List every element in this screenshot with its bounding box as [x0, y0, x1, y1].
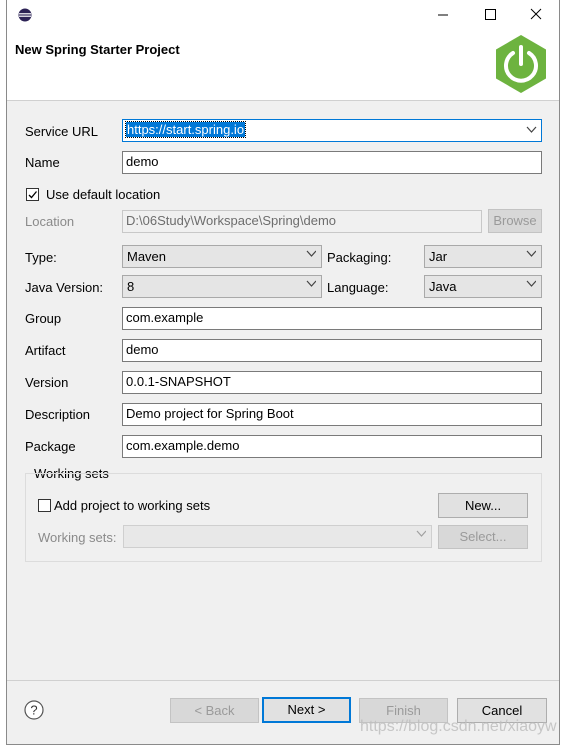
type-value: Maven	[127, 249, 167, 264]
service-url-label: Service URL	[25, 124, 98, 139]
add-to-working-sets-checkbox[interactable]	[38, 499, 51, 512]
minimize-button[interactable]	[434, 5, 452, 23]
description-label: Description	[25, 407, 91, 422]
version-input[interactable]: 0.0.1-SNAPSHOT	[122, 371, 542, 394]
use-default-location-label: Use default location	[46, 187, 161, 202]
back-button: < Back	[170, 698, 259, 723]
spring-power-icon	[496, 35, 546, 93]
checkmark-icon	[28, 191, 37, 199]
packaging-combo[interactable]: Jar	[424, 245, 542, 268]
select-working-sets-button: Select...	[438, 525, 528, 549]
java-version-label: Java Version:	[25, 280, 104, 295]
next-button[interactable]: Next >	[262, 697, 351, 723]
name-input[interactable]: demo	[122, 151, 542, 174]
chevron-down-icon	[416, 530, 426, 537]
working-sets-label: Working sets:	[38, 530, 117, 545]
new-working-set-button[interactable]: New...	[438, 493, 528, 518]
chevron-down-icon	[526, 280, 536, 287]
language-combo[interactable]: Java	[424, 275, 542, 298]
name-label: Name	[25, 155, 60, 170]
working-sets-combo	[123, 525, 432, 548]
browse-button: Browse	[488, 209, 542, 233]
eclipse-icon	[18, 8, 32, 22]
dialog-header: New Spring Starter Project	[7, 30, 559, 101]
packaging-label: Packaging:	[327, 250, 392, 265]
group-label: Group	[25, 311, 62, 326]
type-combo[interactable]: Maven	[122, 245, 322, 268]
package-input[interactable]: com.example.demo	[122, 435, 542, 458]
java-version-combo[interactable]: 8	[122, 275, 322, 298]
help-icon: ?	[24, 700, 44, 720]
maximize-button[interactable]	[481, 5, 499, 23]
svg-text:?: ?	[30, 703, 37, 718]
title-bar	[7, 0, 559, 30]
packaging-value: Jar	[429, 249, 448, 264]
language-label: Language:	[327, 280, 389, 295]
dialog-title: New Spring Starter Project	[15, 42, 180, 57]
chevron-down-icon	[306, 250, 316, 257]
java-version-value: 8	[127, 279, 135, 294]
chevron-down-icon	[526, 250, 536, 257]
footer-separator	[7, 680, 559, 681]
group-input[interactable]: com.example	[122, 307, 542, 330]
location-label: Location	[25, 214, 75, 229]
help-button[interactable]: ?	[24, 700, 44, 720]
add-to-working-sets-label: Add project to working sets	[54, 498, 211, 513]
service-url-value: https://start.spring.io	[124, 121, 247, 138]
description-input[interactable]: Demo project for Spring Boot	[122, 403, 542, 426]
package-label: Package	[25, 439, 76, 454]
version-label: Version	[25, 375, 69, 390]
type-label: Type:	[25, 250, 57, 265]
language-value: Java	[429, 279, 457, 294]
service-url-combo[interactable]: https://start.spring.io	[122, 119, 542, 142]
use-default-location-checkbox[interactable]	[26, 188, 39, 201]
artifact-label: Artifact	[25, 343, 66, 358]
artifact-input[interactable]: demo	[122, 339, 542, 362]
chevron-down-icon	[306, 280, 316, 287]
close-button[interactable]	[527, 5, 545, 23]
chevron-down-icon	[526, 126, 537, 133]
dialog-window: New Spring Starter Project Service URL h…	[6, 0, 560, 745]
watermark-text: https://blog.csdn.net/xiaoyw	[360, 718, 557, 735]
location-input: D:\06Study\Workspace\Spring\demo	[122, 210, 482, 233]
